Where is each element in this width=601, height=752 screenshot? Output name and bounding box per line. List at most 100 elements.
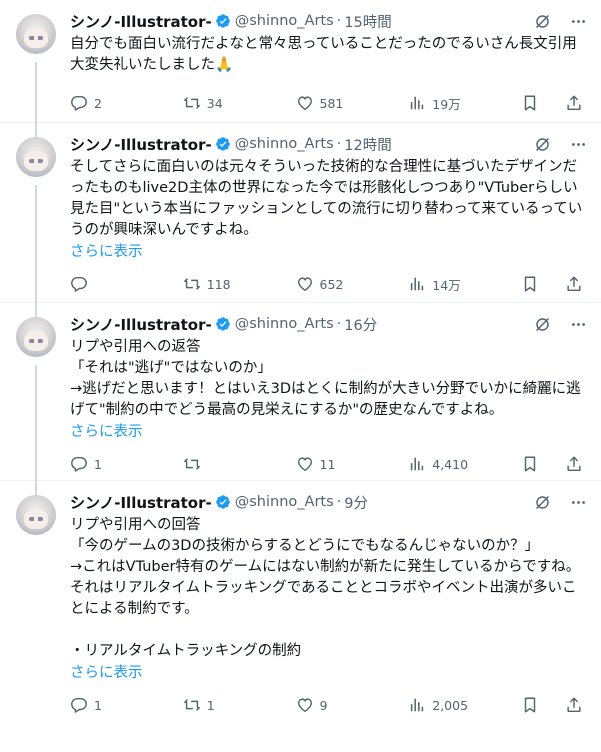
views-count: 4,410 — [432, 456, 469, 472]
grok-icon[interactable] — [533, 493, 551, 511]
repost-button[interactable] — [183, 455, 243, 473]
separator-dot: · — [336, 13, 342, 29]
separator-dot: · — [336, 136, 342, 152]
views-chart-icon — [408, 696, 426, 714]
repost-button[interactable]: 34 — [183, 94, 243, 112]
views-count: 14万 — [432, 277, 461, 293]
verified-badge-icon — [215, 13, 231, 29]
like-button[interactable]: 581 — [296, 94, 356, 112]
timestamp[interactable]: 9分 — [344, 492, 368, 513]
repost-icon — [183, 696, 201, 714]
views-chart-icon — [408, 455, 426, 473]
heart-icon — [296, 455, 314, 473]
verified-badge-icon — [215, 494, 231, 510]
share-icon[interactable] — [565, 94, 583, 112]
more-options-icon[interactable] — [569, 12, 587, 30]
like-count: 9 — [319, 697, 328, 713]
author-name[interactable]: シンノ-Illustrator- — [70, 314, 212, 335]
reply-icon — [70, 455, 88, 473]
repost-icon — [183, 275, 201, 293]
bookmark-icon[interactable] — [521, 275, 539, 293]
tweet-text: リプや引用への返答 「それは"逃げ"ではないのか」 →逃げだと思います！とはいえ… — [70, 339, 581, 418]
share-icon[interactable] — [565, 275, 583, 293]
timeline: シンノ-Illustrator- @shinno_Arts · 15時間 自分で… — [0, 0, 601, 749]
views-count: 2,005 — [432, 697, 469, 713]
views-button[interactable]: 19万 — [408, 94, 468, 113]
bookmark-icon[interactable] — [521, 696, 539, 714]
like-button[interactable]: 9 — [296, 696, 356, 714]
author-handle[interactable]: @shinno_Arts — [235, 136, 334, 152]
timestamp[interactable]: 12時間 — [344, 134, 391, 155]
repost-button[interactable]: 1 — [183, 696, 243, 714]
views-count: 19万 — [432, 96, 461, 112]
like-count: 581 — [319, 95, 344, 111]
reply-icon — [70, 94, 88, 112]
avatar[interactable] — [16, 137, 56, 177]
show-more-link[interactable]: さらに表示 — [70, 422, 143, 443]
timestamp[interactable]: 15時間 — [344, 11, 391, 32]
like-button[interactable]: 11 — [296, 455, 356, 473]
views-button[interactable]: 2,005 — [408, 696, 468, 714]
like-count: 652 — [319, 276, 344, 292]
reply-icon — [70, 275, 88, 293]
avatar[interactable] — [16, 495, 56, 535]
avatar[interactable] — [16, 317, 56, 357]
views-chart-icon — [408, 94, 426, 112]
tweet-text: そしてさらに面白いのは元々そういった技術的な合理性に基づいたデザインだったものも… — [70, 159, 583, 238]
tweet[interactable]: シンノ-Illustrator- @shinno_Arts · 12時間 そして… — [0, 123, 601, 320]
thread-line — [35, 185, 37, 320]
repost-icon — [183, 94, 201, 112]
views-chart-icon — [408, 275, 426, 293]
repost-button[interactable]: 118 — [183, 275, 243, 293]
avatar[interactable] — [16, 14, 56, 54]
bookmark-icon[interactable] — [521, 455, 539, 473]
grok-icon[interactable] — [533, 12, 551, 30]
share-icon[interactable] — [565, 696, 583, 714]
reply-icon — [70, 696, 88, 714]
author-handle[interactable]: @shinno_Arts — [235, 494, 334, 510]
tweet[interactable]: シンノ-Illustrator- @shinno_Arts · 16分 リプや引… — [0, 303, 601, 498]
bookmark-icon[interactable] — [521, 94, 539, 112]
heart-icon — [296, 94, 314, 112]
views-button[interactable]: 4,410 — [408, 455, 468, 473]
more-options-icon[interactable] — [569, 493, 587, 511]
like-count: 11 — [319, 456, 336, 472]
grok-icon[interactable] — [533, 315, 551, 333]
reply-button[interactable]: 1 — [70, 696, 130, 714]
reply-count: 2 — [94, 95, 102, 111]
reply-button[interactable]: 1 — [70, 455, 130, 473]
separator-dot: · — [336, 494, 342, 510]
tweet-text: リプや引用への回答 「今のゲームの3Dの技術からするとどうにでもなるんじゃないの… — [70, 517, 581, 659]
views-button[interactable]: 14万 — [408, 275, 468, 294]
repost-count: 118 — [206, 276, 231, 292]
verified-badge-icon — [215, 316, 231, 332]
heart-icon — [296, 275, 314, 293]
tweet-text: 自分でも面白い流行だよなと常々思っていることだったのでるいさん長文引用大変失礼い… — [70, 36, 577, 73]
timestamp[interactable]: 16分 — [344, 314, 377, 335]
more-options-icon[interactable] — [569, 315, 587, 333]
thread-line — [35, 365, 37, 498]
author-name[interactable]: シンノ-Illustrator- — [70, 134, 212, 155]
show-more-link[interactable]: さらに表示 — [70, 663, 143, 684]
tweet[interactable]: シンノ-Illustrator- @shinno_Arts · 9分 リプや引用… — [0, 481, 601, 749]
repost-count: 1 — [206, 697, 215, 713]
reply-button[interactable] — [70, 275, 130, 293]
show-more-link[interactable]: さらに表示 — [70, 242, 143, 263]
verified-badge-icon — [215, 136, 231, 152]
heart-icon — [296, 696, 314, 714]
more-options-icon[interactable] — [569, 135, 587, 153]
reply-count: 1 — [94, 456, 102, 472]
grok-icon[interactable] — [533, 135, 551, 153]
separator-dot: · — [336, 316, 342, 332]
repost-icon — [183, 455, 201, 473]
author-handle[interactable]: @shinno_Arts — [235, 316, 334, 332]
reply-count: 1 — [94, 697, 102, 713]
like-button[interactable]: 652 — [296, 275, 356, 293]
share-icon[interactable] — [565, 455, 583, 473]
author-handle[interactable]: @shinno_Arts — [235, 13, 334, 29]
reply-button[interactable]: 2 — [70, 94, 130, 112]
repost-count: 34 — [206, 95, 223, 111]
author-name[interactable]: シンノ-Illustrator- — [70, 492, 212, 513]
tweet[interactable]: シンノ-Illustrator- @shinno_Arts · 15時間 自分で… — [0, 0, 601, 140]
author-name[interactable]: シンノ-Illustrator- — [70, 11, 212, 32]
